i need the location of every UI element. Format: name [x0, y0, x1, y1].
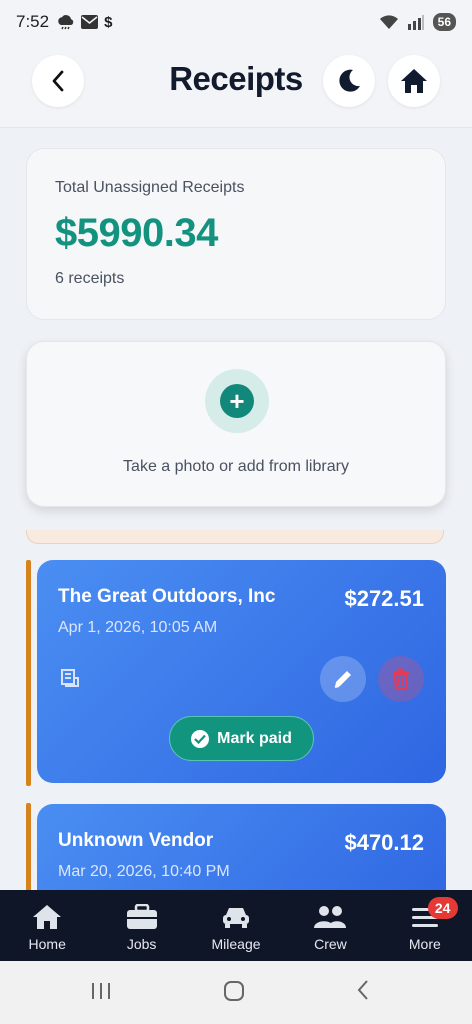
back-arrow-icon [357, 980, 368, 1000]
nav-item-more[interactable]: More 24 [378, 890, 472, 961]
receipt-datetime: Mar 20, 2026, 10:40 PM [58, 863, 230, 880]
nav-label: Home [28, 936, 66, 952]
home-icon [33, 905, 62, 929]
recent-apps-icon [92, 983, 110, 999]
summary-label: Total Unassigned Receipts [55, 179, 245, 196]
home-system-button[interactable] [222, 979, 246, 1008]
battery-indicator: 56 [432, 13, 456, 31]
status-time: 7:52 [16, 12, 50, 31]
nav-item-jobs[interactable]: Jobs [94, 890, 188, 961]
delete-button[interactable] [378, 656, 424, 702]
home-circle-icon [224, 981, 244, 1001]
receipt-vendor: The Great Outdoors, Inc [58, 586, 276, 607]
back-system-button[interactable] [355, 979, 371, 1006]
unassigned-summary-card: Total Unassigned Receipts $5990.34 6 rec… [26, 148, 446, 320]
recent-apps-button[interactable] [90, 979, 112, 1006]
car-icon [223, 908, 250, 928]
check-circle-icon [191, 729, 210, 748]
nav-label: Mileage [211, 936, 261, 952]
nav-item-mileage[interactable]: Mileage [189, 890, 283, 961]
mark-paid-button[interactable]: Mark paid [169, 716, 314, 761]
house-icon [401, 69, 427, 93]
nav-item-home[interactable]: Home [0, 890, 94, 961]
add-receipt-text: Take a photo or add from library [123, 458, 349, 475]
summary-total: $5990.34 [55, 211, 218, 255]
edit-button[interactable] [320, 656, 366, 702]
dollar-icon: $ [104, 13, 113, 31]
add-receipt-card[interactable]: + Take a photo or add from library [26, 341, 446, 507]
receipt-vendor: Unknown Vendor [58, 830, 214, 851]
nav-label: Crew [314, 936, 347, 952]
people-icon [314, 906, 347, 928]
receipt-accent-bar [26, 560, 31, 786]
briefcase-icon [126, 904, 157, 929]
nav-item-crew[interactable]: Crew [283, 890, 377, 961]
moon-icon [339, 69, 360, 92]
receipt-amount: $470.12 [344, 830, 424, 855]
wifi-icon [379, 15, 398, 29]
receipt-accent-bar [26, 803, 31, 893]
mark-paid-label: Mark paid [217, 729, 292, 747]
summary-count: 6 receipts [55, 270, 125, 287]
system-nav-bar [0, 961, 472, 1024]
plus-icon: + [220, 384, 254, 418]
receipt-card[interactable]: The Great Outdoors, Inc $272.51 Apr 1, 2… [37, 560, 446, 783]
app-header: Receipts [0, 44, 472, 128]
mail-icon [81, 15, 99, 29]
pencil-icon [334, 671, 351, 688]
nav-label: More [408, 936, 441, 952]
status-bar: 7:52 $ 56 [0, 0, 472, 44]
nav-label: Jobs [126, 936, 157, 952]
bottom-nav: Home Jobs Mileage Crew More 24 [0, 890, 472, 961]
trash-icon [393, 668, 409, 690]
weather-icon [58, 15, 74, 30]
receipt-icon [58, 668, 80, 693]
notification-badge: 24 [427, 897, 458, 919]
receipt-amount: $272.51 [344, 586, 424, 611]
receipt-datetime: Apr 1, 2026, 10:05 AM [58, 619, 218, 636]
collapsed-notice-strip [26, 530, 444, 544]
add-receipt-button[interactable]: + [205, 369, 269, 433]
home-button[interactable] [388, 55, 440, 107]
signal-icon [407, 15, 424, 30]
dark-mode-button[interactable] [323, 55, 375, 107]
